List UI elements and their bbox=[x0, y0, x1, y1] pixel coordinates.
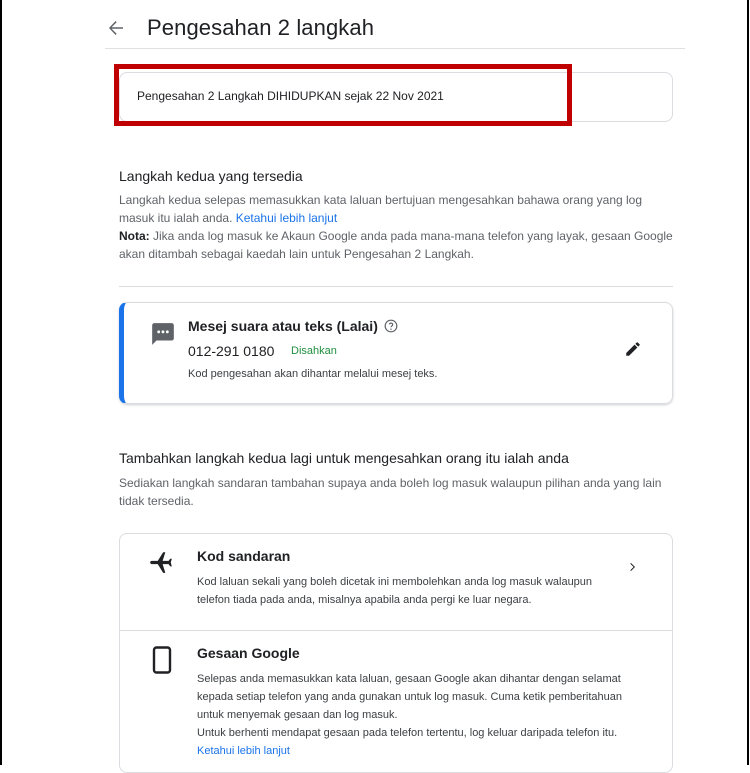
backup-codes-title[interactable]: Kod sandaran bbox=[197, 548, 290, 564]
note-line-2: akan ditambah sebagai kaedah lain untuk … bbox=[119, 247, 474, 261]
frame-left-border bbox=[0, 0, 2, 765]
method-description: Kod pengesahan akan dihantar melalui mes… bbox=[188, 368, 438, 380]
add-step-description: Sediakan langkah sandaran tambahan supay… bbox=[119, 474, 679, 510]
highlight-annotation-box bbox=[114, 64, 572, 126]
message-icon bbox=[150, 321, 176, 352]
airplane-icon bbox=[148, 549, 174, 580]
description-line-2: masuk itu ialah anda. bbox=[119, 211, 233, 225]
arrow-back-icon[interactable] bbox=[105, 17, 127, 39]
add-step-title: Tambahkan langkah kedua lagi untuk menge… bbox=[119, 450, 569, 466]
google-prompt-line-3: untuk menyemak gesaan dan log masuk. bbox=[197, 709, 398, 721]
help-icon[interactable] bbox=[384, 319, 398, 338]
note-line-1: Jika anda log masuk ke Akaun Google anda… bbox=[153, 229, 673, 243]
available-steps-description: Langkah kedua selepas memasukkan kata la… bbox=[119, 191, 679, 263]
page-title: Pengesahan 2 langkah bbox=[147, 15, 375, 40]
google-prompt-title[interactable]: Gesaan Google bbox=[197, 645, 300, 661]
backup-codes-line-2: telefon tiada pada anda, misalnya apabil… bbox=[197, 594, 532, 606]
header-divider bbox=[105, 48, 685, 49]
edit-icon[interactable] bbox=[624, 340, 642, 363]
google-prompt-line-2: kepada setiap telefon yang anda gunakan … bbox=[197, 691, 623, 703]
learn-more-link[interactable]: Ketahui lebih lanjut bbox=[236, 211, 337, 225]
google-prompt-line-4: Untuk berhenti mendapat gesaan pada tele… bbox=[197, 727, 618, 739]
backup-codes-description: Kod laluan sekali yang boleh dicetak ini… bbox=[197, 573, 617, 609]
phone-number: 012-291 0180 bbox=[188, 343, 275, 359]
page-header: Pengesahan 2 langkah bbox=[105, 10, 374, 46]
smartphone-icon bbox=[152, 646, 172, 679]
note-label: Nota: bbox=[119, 229, 150, 243]
section-divider bbox=[119, 286, 673, 287]
add-step-line-1: Sediakan langkah sandaran tambahan supay… bbox=[119, 476, 662, 490]
frame-right-border bbox=[747, 0, 749, 765]
google-prompt-description: Selepas anda memasukkan kata laluan, ges… bbox=[197, 670, 657, 760]
description-line-1: Langkah kedua selepas memasukkan kata la… bbox=[119, 193, 643, 207]
backup-codes-line-1: Kod laluan sekali yang boleh dicetak ini… bbox=[197, 576, 593, 588]
chevron-right-icon[interactable] bbox=[626, 560, 638, 578]
verified-status: Disahkan bbox=[291, 345, 337, 357]
add-step-line-2: tidak tersedia. bbox=[119, 494, 194, 508]
available-steps-title: Langkah kedua yang tersedia bbox=[119, 168, 303, 184]
method-title: Mesej suara atau teks (Lalai) bbox=[188, 318, 378, 334]
options-separator bbox=[120, 630, 672, 631]
google-prompt-line-1: Selepas anda memasukkan kata laluan, ges… bbox=[197, 673, 621, 685]
google-prompt-learn-more-link[interactable]: Ketahui lebih lanjut bbox=[197, 742, 657, 760]
